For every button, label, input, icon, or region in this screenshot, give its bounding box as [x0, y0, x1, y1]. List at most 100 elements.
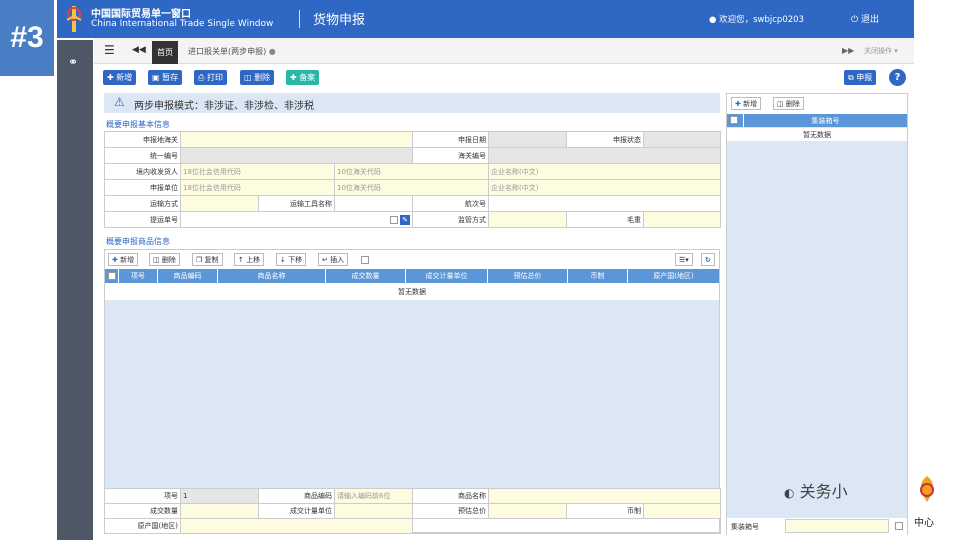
goods-insert-label: 插入 — [330, 255, 345, 264]
insert-icon: ↵ — [322, 255, 328, 264]
tab-home[interactable]: 首页 — [152, 41, 178, 64]
goods-name-input[interactable] — [487, 488, 722, 504]
scroll-left-icon[interactable]: ◀◀ — [132, 45, 146, 55]
declarant-customs-code-input[interactable]: 10位海关代码 — [333, 179, 490, 196]
bill-no-input[interactable]: ✎ — [179, 211, 414, 228]
save-button[interactable]: ▣ 暂存 — [148, 70, 183, 85]
currency-input[interactable] — [642, 503, 722, 519]
new-button[interactable]: ✚ 新增 — [103, 70, 137, 85]
container-new-label: 新增 — [743, 99, 758, 108]
list-icon: ☰▾ — [679, 255, 689, 264]
voyage-no-input[interactable] — [488, 195, 722, 212]
wechat-icon: ◐ — [784, 486, 795, 500]
header-select-all[interactable] — [105, 269, 119, 283]
unit-input[interactable] — [334, 503, 413, 519]
origin-input[interactable] — [180, 518, 413, 534]
user-greeting[interactable]: ● 欢迎您，swbjcp0203 — [709, 13, 804, 25]
external-link-icon: ⧉ — [848, 72, 854, 82]
user-icon: ● — [709, 15, 717, 25]
watermark: ◐ 关务小 — [784, 478, 848, 502]
goods-down-button[interactable]: ↓ 下移 — [276, 253, 307, 266]
warning-icon: ⚠ — [114, 95, 125, 109]
page: { "slide_badge": "#3", "header": { "cn_t… — [0, 0, 960, 540]
gross-weight-label: 毛重 — [566, 211, 645, 228]
select-all-checkbox[interactable] — [107, 272, 116, 280]
bill-checkbox[interactable] — [389, 215, 398, 224]
goods-up-button[interactable]: ↑ 上移 — [234, 253, 265, 266]
container-no-data: 暂无数据 — [727, 128, 907, 141]
container-new-button[interactable]: ✚ 新增 — [731, 97, 762, 110]
plus-icon: ✚ — [735, 99, 741, 108]
tab-label: 进口报关单(两步申报) — [188, 47, 267, 56]
left-sidebar: ⚭ — [57, 40, 93, 540]
container-table-header: 集装箱号 — [727, 114, 907, 127]
col-item-no: 项号 — [119, 269, 158, 283]
declare-button[interactable]: ⧉ 申报 — [844, 70, 877, 85]
column-menu-button[interactable]: ☰▾ — [675, 253, 693, 266]
currency-label: 币制 — [566, 503, 644, 519]
close-operations-menu[interactable]: 关闭操作 ▾ — [864, 46, 898, 56]
qty-input[interactable] — [180, 503, 259, 519]
container-select-all-checkbox[interactable] — [730, 116, 738, 124]
est-total-input[interactable] — [488, 503, 567, 519]
declarant-credit-input[interactable]: 18位社会信用代码 — [180, 179, 335, 196]
hs-code-input[interactable]: 请输入编码前6位 — [334, 488, 413, 504]
refresh-icon: ↻ — [705, 255, 711, 264]
transport-mode-input[interactable] — [180, 195, 259, 212]
refresh-button[interactable]: ↻ — [701, 253, 715, 266]
tab-close-icon[interactable]: ● — [269, 47, 276, 56]
hamburger-menu-icon[interactable]: ☰ — [104, 43, 115, 57]
consignee-credit-input[interactable]: 18位社会信用代码 — [180, 163, 335, 180]
menu-link-icon[interactable]: ⚭ — [68, 55, 78, 69]
watermark-logo-icon — [920, 476, 934, 502]
qty-label: 成交数量 — [104, 503, 181, 519]
tab-bar: ☰ ◀◀ 首页 进口报关单(两步申报) ● ▶▶ 关闭操作 ▾ — [94, 38, 914, 64]
scroll-right-icon[interactable]: ▶▶ — [842, 46, 854, 55]
item-no-field: 1 — [180, 488, 259, 504]
top-header-bar: 中国国际贸易单一窗口 China International Trade Sin… — [57, 0, 914, 38]
plus-icon: ✚ — [112, 255, 118, 264]
unified-no-field — [179, 147, 414, 164]
delete-button[interactable]: ◫ 删除 — [240, 70, 275, 85]
mode-text: 两步申报模式：非涉证、非涉检、非涉税 — [134, 101, 314, 112]
origin-label: 原产国(地区) — [104, 518, 181, 534]
goods-table-body — [105, 300, 719, 488]
container-delete-button[interactable]: ◫ 删除 — [773, 97, 804, 110]
tab-import-declaration[interactable]: 进口报关单(两步申报) ● — [188, 46, 276, 57]
consignee-company-input[interactable]: 企业名称(中文) — [488, 163, 722, 180]
consignee-customs-code-input[interactable]: 10位海关代码 — [333, 163, 490, 180]
container-no-label: 集装箱号 — [731, 523, 759, 531]
header-divider — [299, 10, 300, 28]
help-button[interactable]: ? — [889, 69, 906, 86]
declare-date-label: 申报日期 — [412, 131, 490, 148]
declare-date-field — [488, 131, 568, 148]
mode-notice: ⚠ 两步申报模式：非涉证、非涉检、非涉税 — [104, 93, 720, 113]
transport-name-input[interactable] — [333, 195, 414, 212]
container-footer-form: 集装箱号 — [727, 518, 907, 535]
app-title-english: China International Trade Single Window — [91, 19, 274, 29]
hs-code-label: 商品编码 — [258, 488, 335, 504]
logout-button[interactable]: ⏻ 退出 — [851, 12, 879, 25]
declarant-company-input[interactable]: 企业名称(中文) — [488, 179, 722, 196]
edit-icon[interactable]: ✎ — [400, 214, 411, 225]
gross-weight-input[interactable] — [643, 211, 722, 228]
goods-new-button[interactable]: ✚ 新增 — [108, 253, 139, 266]
print-button[interactable]: ⎙ 打印 — [194, 70, 227, 85]
goods-insert-button[interactable]: ↵ 插入 — [318, 253, 349, 266]
goods-no-data: 暂无数据 — [398, 288, 426, 296]
declare-customs-input[interactable] — [179, 131, 414, 148]
goods-toolbar-checkbox[interactable] — [361, 256, 369, 264]
supervision-label: 监管方式 — [412, 211, 490, 228]
container-no-input[interactable] — [785, 519, 889, 533]
slide-number-badge: #3 — [0, 0, 54, 76]
container-footer-checkbox[interactable] — [895, 522, 903, 530]
goods-delete-button[interactable]: ◫ 删除 — [149, 253, 180, 266]
record-button[interactable]: ✚ 备案 — [286, 70, 320, 85]
floppy-icon: ▣ — [152, 73, 160, 82]
declare-status-label: 申报状态 — [566, 131, 645, 148]
supervision-input[interactable] — [488, 211, 568, 228]
transport-name-label: 运输工具名称 — [258, 195, 335, 212]
customs-no-field — [488, 147, 722, 164]
goods-copy-button[interactable]: ❐ 复制 — [192, 253, 223, 266]
est-total-label: 预估总价 — [412, 503, 489, 519]
